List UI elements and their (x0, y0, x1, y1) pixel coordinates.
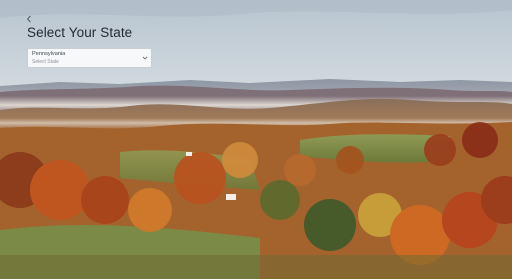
page-title: Select Your State (27, 25, 133, 40)
select-value: Pennsylvania (32, 51, 66, 57)
select-label: Select State (32, 59, 59, 65)
back-button[interactable] (22, 12, 36, 26)
autumn-landscape-background (0, 0, 512, 279)
state-select[interactable]: Pennsylvania Select State (27, 48, 152, 68)
chevron-left-icon (27, 15, 31, 23)
chevron-down-icon (141, 54, 148, 61)
